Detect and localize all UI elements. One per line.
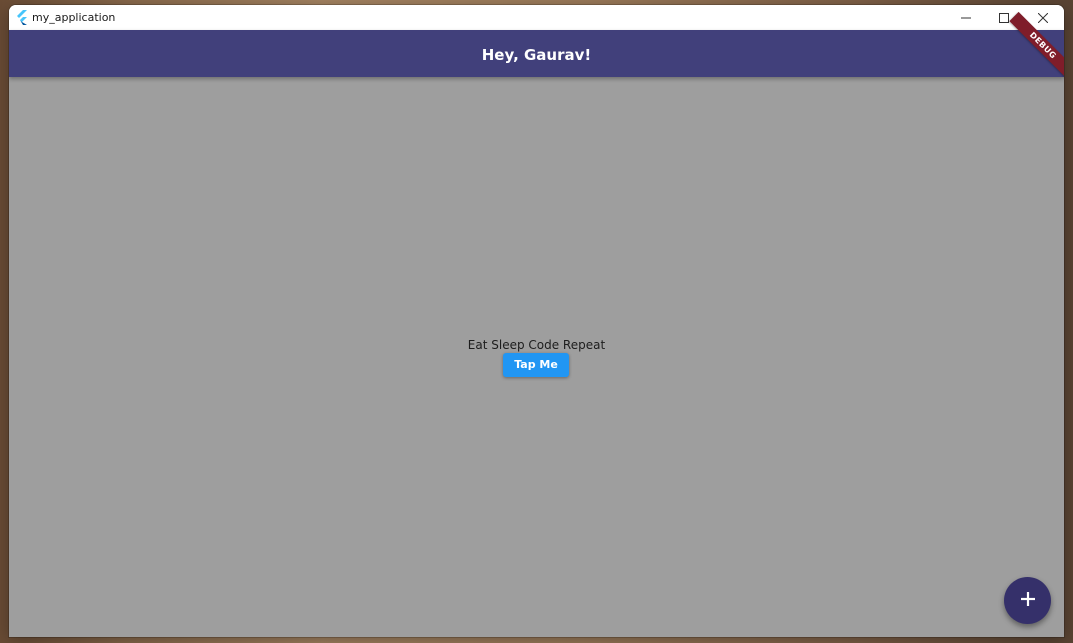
window-title: my_application — [32, 11, 116, 24]
app-window: my_application Hey, Gaurav! DEBUG Eat Sl… — [9, 5, 1064, 637]
app-bar: Hey, Gaurav! DEBUG — [9, 11, 1064, 80]
motto-text: Eat Sleep Code Repeat — [467, 338, 606, 352]
window-titlebar[interactable]: my_application — [9, 5, 1064, 30]
minimize-icon — [961, 8, 971, 27]
maximize-icon — [999, 8, 1009, 27]
plus-icon — [1020, 591, 1035, 610]
tap-me-button[interactable]: Tap Me — [503, 353, 569, 377]
page-title: Hey, Gaurav! — [481, 46, 592, 64]
close-icon — [1037, 8, 1049, 27]
add-fab-button[interactable] — [1004, 577, 1051, 624]
flutter-icon — [15, 10, 29, 25]
minimize-button[interactable] — [947, 5, 985, 30]
main-body: Eat Sleep Code Repeat Tap Me — [9, 77, 1064, 637]
